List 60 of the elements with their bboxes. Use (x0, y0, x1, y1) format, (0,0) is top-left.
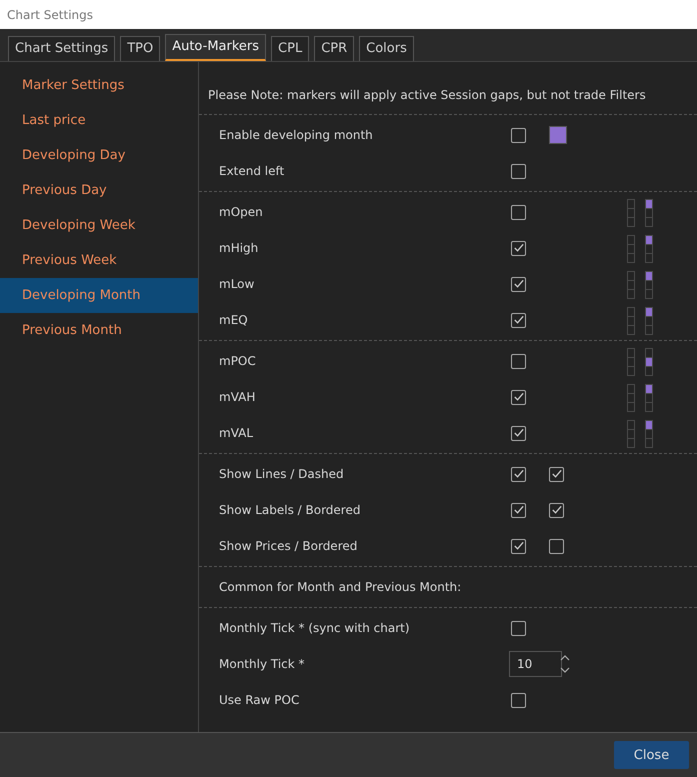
color-swatch[interactable] (549, 126, 567, 144)
position-selector[interactable] (627, 270, 653, 298)
setting-label: Common for Month and Previous Month: (219, 580, 462, 594)
checkbox[interactable] (511, 692, 526, 708)
setting-label: Monthly Tick * (sync with chart) (219, 621, 411, 635)
spinner-icon[interactable] (559, 653, 571, 675)
sidebar-item[interactable]: Marker Settings (0, 68, 198, 103)
checkbox[interactable] (549, 502, 564, 518)
tab[interactable]: Chart Settings (8, 36, 116, 61)
close-button[interactable]: Close (614, 741, 689, 769)
setting-label: Show Lines / Dashed (219, 467, 345, 481)
checkbox[interactable] (511, 466, 526, 482)
position-selector[interactable] (627, 420, 653, 446)
checkbox[interactable] (511, 354, 526, 368)
window-title: Chart Settings (7, 8, 94, 22)
sidebar-item[interactable]: Developing Week (0, 208, 198, 243)
setting-label: Monthly Tick * (219, 657, 306, 671)
setting-label: Show Labels / Bordered (219, 503, 362, 517)
sidebar-item[interactable]: Previous Day (0, 173, 198, 208)
setting-label: mVAL (219, 426, 254, 440)
checkbox[interactable] (511, 276, 526, 292)
position-selector[interactable] (627, 198, 653, 226)
checkbox[interactable] (511, 164, 526, 178)
position-selector[interactable] (627, 234, 653, 262)
checkbox[interactable] (511, 390, 526, 404)
checkbox[interactable] (511, 204, 526, 220)
checkbox[interactable] (511, 426, 526, 440)
setting-label: Show Prices / Bordered (219, 539, 358, 553)
sidebar-item[interactable]: Previous Month (0, 313, 198, 348)
sidebar-item[interactable]: Developing Day (0, 138, 198, 173)
sidebar-item[interactable]: Last price (0, 103, 198, 138)
setting-label: mLow (219, 277, 256, 291)
setting-label: mVAH (219, 390, 256, 404)
setting-label: mHigh (219, 241, 260, 255)
setting-label: Use Raw POC (219, 693, 300, 707)
setting-label: mEQ (219, 313, 249, 327)
checkbox[interactable] (511, 240, 526, 256)
tab[interactable]: CPL (271, 36, 310, 61)
tab[interactable]: Colors (359, 36, 414, 61)
checkbox[interactable] (549, 538, 564, 554)
tab[interactable]: TPO (120, 36, 160, 61)
setting-label: mOpen (219, 205, 264, 219)
tab[interactable]: Auto-Markers (165, 34, 266, 61)
sidebar-item[interactable]: Developing Month (0, 278, 198, 313)
setting-label: mPOC (219, 354, 257, 368)
checkbox[interactable] (549, 466, 564, 482)
setting-label: Extend left (219, 164, 286, 178)
note-text: Please Note: markers will apply active Session gaps, but not trade Filters (208, 88, 646, 102)
checkbox[interactable] (511, 502, 526, 518)
tab[interactable]: CPR (314, 36, 354, 61)
position-selector[interactable] (627, 348, 653, 374)
checkbox[interactable] (511, 312, 526, 328)
checkbox[interactable] (511, 620, 526, 636)
checkbox[interactable] (511, 538, 526, 554)
position-selector[interactable] (627, 384, 653, 410)
checkbox[interactable] (511, 128, 526, 142)
position-selector[interactable] (627, 306, 653, 334)
setting-label: Enable developing month (219, 128, 374, 142)
number-field[interactable]: 10 (509, 651, 562, 677)
sidebar-item[interactable]: Previous Week (0, 243, 198, 278)
